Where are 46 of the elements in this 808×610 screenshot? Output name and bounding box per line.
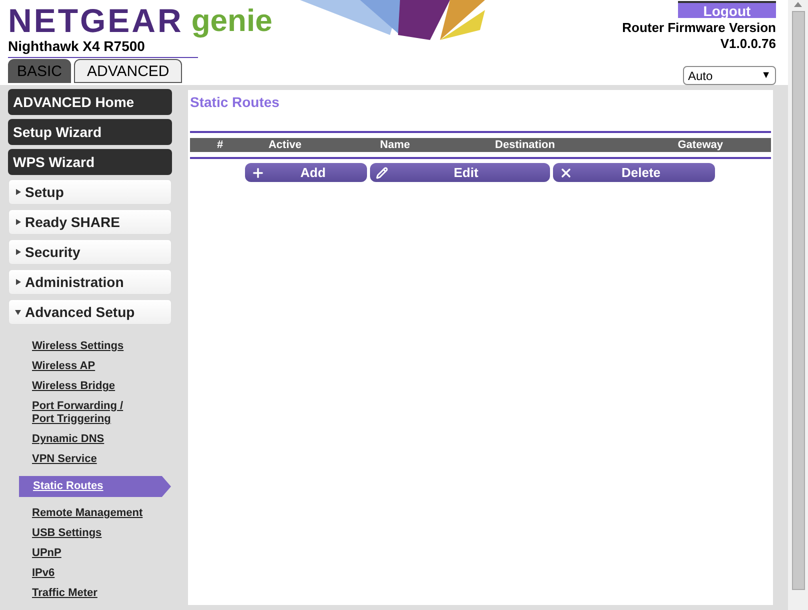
caret-icon bbox=[15, 189, 21, 195]
sidebar-section[interactable]: Ready SHARE bbox=[8, 209, 172, 235]
close-icon bbox=[559, 166, 573, 180]
pencil-icon bbox=[376, 166, 388, 178]
model-name: Nighthawk X4 R7500 bbox=[8, 38, 146, 54]
firmware-label: Router Firmware Version bbox=[622, 20, 776, 36]
edit-button[interactable]: Edit bbox=[370, 163, 550, 182]
sidebar-menu-button[interactable]: WPS Wizard bbox=[8, 149, 172, 175]
sidebar-link[interactable]: IPv6 bbox=[32, 566, 184, 581]
product-logo: genie bbox=[191, 4, 272, 38]
sidebar-link[interactable]: Dynamic DNS bbox=[32, 432, 184, 447]
caret-icon bbox=[15, 219, 21, 225]
logout-button[interactable]: Logout bbox=[678, 1, 776, 18]
column-header: # bbox=[216, 138, 224, 153]
sidebar-link[interactable]: USB Settings bbox=[32, 526, 184, 541]
sidebar-link[interactable]: Wireless Bridge bbox=[32, 379, 184, 394]
firmware-version: V1.0.0.76 bbox=[720, 36, 776, 52]
sidebar-link[interactable]: VPN Service bbox=[32, 452, 184, 467]
sidebar-menu-button[interactable]: ADVANCED Home bbox=[8, 89, 172, 115]
language-select[interactable]: Auto ▼ bbox=[683, 66, 776, 85]
nav-tab[interactable]: ADVANCED bbox=[74, 59, 182, 83]
sidebar-section[interactable]: Security bbox=[8, 239, 172, 265]
sidebar-link[interactable]: Wireless AP bbox=[32, 359, 184, 374]
sidebar-link[interactable]: Static Routes bbox=[19, 476, 171, 497]
delete-button[interactable]: Delete bbox=[553, 163, 715, 182]
sidebar-link[interactable]: Traffic Meter bbox=[32, 586, 184, 601]
plus-icon bbox=[251, 166, 265, 180]
caret-icon bbox=[15, 309, 21, 315]
column-header: Gateway bbox=[676, 138, 724, 153]
caret-icon bbox=[15, 279, 21, 285]
sidebar-section[interactable]: Administration bbox=[8, 269, 172, 295]
caret-icon bbox=[15, 249, 21, 255]
scroll-up-icon[interactable] bbox=[794, 2, 802, 7]
column-header: Name bbox=[379, 138, 411, 153]
sidebar-section[interactable]: Setup bbox=[8, 179, 172, 205]
sidebar-link[interactable]: Port Forwarding / Port Triggering bbox=[32, 399, 184, 427]
add-button[interactable]: Add bbox=[245, 163, 367, 182]
column-header: Destination bbox=[494, 138, 556, 153]
sidebar-link[interactable]: Remote Management bbox=[32, 506, 184, 521]
page-title: Static Routes bbox=[189, 93, 280, 112]
brand-logo: NETGEAR bbox=[8, 4, 184, 38]
sidebar-link[interactable]: Wireless Settings bbox=[32, 339, 184, 354]
sidebar-link[interactable]: UPnP bbox=[32, 546, 184, 561]
sidebar-menu-button[interactable]: Setup Wizard bbox=[8, 119, 172, 145]
column-header: Active bbox=[267, 138, 303, 153]
sidebar-section[interactable]: Advanced Setup bbox=[8, 299, 172, 325]
